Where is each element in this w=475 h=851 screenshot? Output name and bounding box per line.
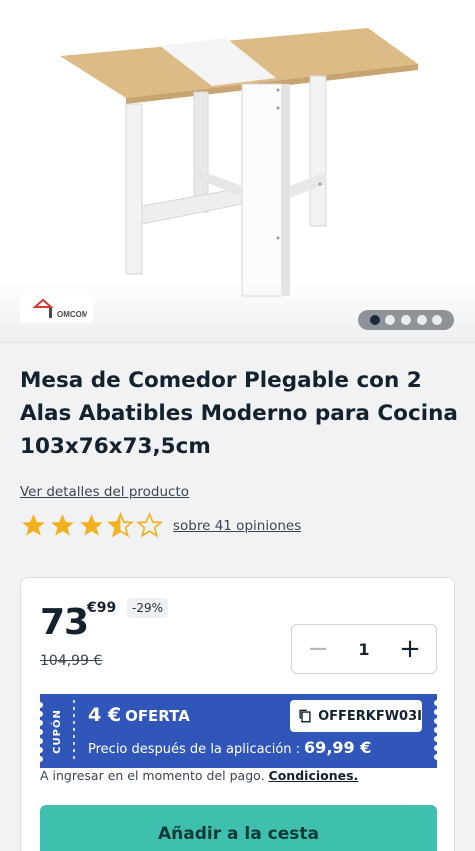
quantity-value: 1 (358, 639, 370, 659)
coupon-side-label: CUPÓN (51, 708, 63, 754)
carousel-dot[interactable] (369, 315, 380, 325)
coupon-amount: 4 € (88, 704, 122, 726)
coupon-type: OFERTA (125, 707, 190, 725)
purchase-card: 73 €99 -29% 104,99 € − 1 + CUPÓN 4 € OFER… (20, 577, 455, 851)
reviews-link[interactable]: sobre 41 opiniones (173, 518, 301, 534)
coupon-price-after: Precio después de la aplicación :69,99 € (88, 738, 372, 757)
quantity-stepper: − 1 + (291, 624, 437, 674)
coupon-final-price: 69,99 € (304, 738, 372, 757)
old-price: 104,99 € (40, 653, 103, 669)
star-empty-icon (136, 512, 163, 538)
price-cents: €99 (87, 600, 117, 616)
star-half-icon (107, 512, 134, 538)
price-integer: 73 (40, 602, 89, 643)
carousel-dot[interactable] (432, 315, 443, 325)
star-full-icon (80, 514, 103, 536)
star-full-icon (51, 514, 74, 536)
star-full-icon (22, 514, 45, 536)
product-image (60, 28, 418, 297)
coupon-title: 4 € OFERTA (88, 704, 190, 726)
carousel-indicator[interactable] (358, 310, 454, 330)
copy-icon (299, 709, 311, 723)
brand-logo: OMCOM (20, 294, 93, 323)
conditions-link[interactable]: Condiciones. (269, 768, 359, 783)
copy-coupon-code-button[interactable]: OFFERKFW03I (290, 700, 422, 732)
product-details-link[interactable]: Ver detalles del producto (20, 484, 189, 500)
coupon-conditions: A ingresar en el momento del pago. Condi… (40, 768, 359, 783)
decrease-quantity-button[interactable]: − (304, 634, 332, 664)
coupon-code: OFFERKFW03I (318, 708, 422, 724)
carousel-dot[interactable] (385, 315, 396, 325)
svg-text:OMCOM: OMCOM (57, 310, 87, 319)
product-title: Mesa de Comedor Plegable con 2 Alas Abat… (20, 368, 458, 459)
carousel-dot[interactable] (416, 315, 427, 325)
coupon-banner: CUPÓN 4 € OFERTA OFFERKFW03I Precio despu… (40, 694, 437, 768)
discount-badge: -29% (127, 598, 169, 618)
increase-quantity-button[interactable]: + (396, 634, 424, 664)
add-to-cart-button[interactable]: Añadir a la cesta (40, 805, 437, 851)
rating[interactable]: sobre 41 opiniones (20, 512, 301, 539)
carousel-dot[interactable] (400, 315, 411, 325)
product-image-gallery[interactable]: OMCOM (0, 0, 475, 343)
